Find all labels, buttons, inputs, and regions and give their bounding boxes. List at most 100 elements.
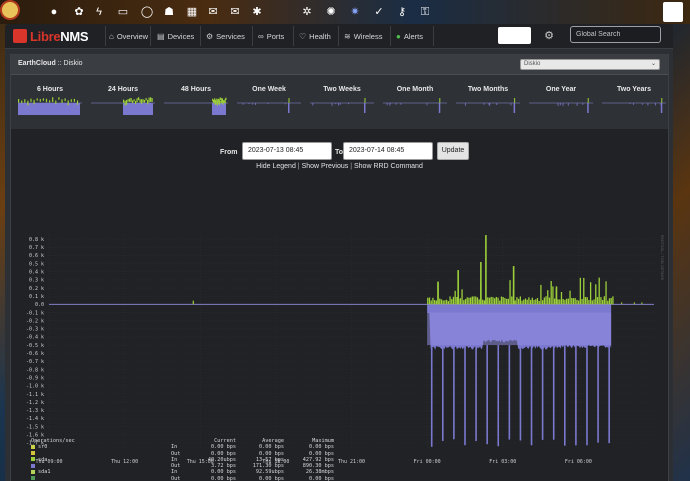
settings-icon[interactable]: ✲ (300, 5, 314, 19)
hide-legend-link[interactable]: Hide Legend (256, 163, 296, 170)
mail2-icon[interactable]: ✉ (228, 5, 242, 19)
nav-services[interactable]: ⚙ Services (206, 24, 245, 48)
nav-devices[interactable]: ▤ Devices (157, 24, 194, 48)
thumb-noise (386, 103, 388, 106)
sun-icon[interactable]: ✺ (324, 5, 338, 19)
settings-gear-icon[interactable]: ⚙ (541, 28, 557, 44)
from-date-input[interactable]: 2023-07-13 08:45 (242, 142, 332, 160)
users-icon[interactable]: ☗ (162, 5, 176, 19)
sda-read-bar (432, 297, 434, 305)
y-tick-label: -0.5 k (26, 343, 44, 349)
sda-write-spike (430, 345, 433, 447)
thumb-noise (629, 103, 631, 105)
nav-overview[interactable]: ⌂ Overview (109, 24, 148, 48)
nav-devices-label: Devices (167, 31, 195, 41)
thumb-noise (633, 103, 634, 105)
home-icon: ⌂ (109, 31, 114, 41)
y-tick-label: -0.4 k (26, 335, 44, 341)
brand-logo[interactable]: LibreNMS (13, 28, 89, 44)
circle-icon[interactable]: ● (47, 5, 61, 19)
lock-icon[interactable]: ⚿ (418, 5, 432, 19)
thumb-two-weeks[interactable]: Two Weeks (306, 77, 378, 123)
thumb-noise (557, 103, 559, 106)
sda-read-bar (447, 301, 449, 305)
thumb-label: 48 Hours (181, 86, 211, 93)
legend-swatch (31, 451, 35, 456)
thumb-read-bar (225, 97, 227, 101)
nav-alerts[interactable]: ● Alerts (396, 24, 423, 48)
sda-read-bar (598, 277, 600, 305)
calendar-icon[interactable]: ▦ (185, 5, 199, 19)
y-tick-label: 0.5 k (29, 261, 44, 267)
thumb-read-bar (139, 99, 141, 103)
sda-write-spike (486, 345, 488, 445)
message-icon[interactable]: ▭ (116, 5, 130, 19)
thumb-noise (242, 103, 244, 105)
thumb-noise (312, 103, 314, 106)
nav-divider (338, 26, 339, 46)
thumb-read-bar (18, 99, 20, 103)
legend-swatch (31, 463, 35, 468)
thumb-read-bar (141, 99, 143, 104)
thumb-one-year[interactable]: One Year (525, 77, 597, 123)
legend-swatch (31, 469, 35, 474)
device-name[interactable]: EarthCloud (18, 60, 56, 67)
nav-divider (293, 26, 294, 46)
sda-read-bar (471, 296, 473, 305)
sda-read-bar (481, 299, 484, 305)
sda-read-bar (428, 297, 431, 305)
bug-icon[interactable]: ✱ (250, 5, 264, 19)
thumb-noise (267, 103, 269, 105)
sda-read-bar (493, 298, 496, 305)
show-rrd-command-link[interactable]: Show RRD Command (354, 163, 423, 170)
diskio-graph: 0.8 k 0.7 k 0.6 k 0.5 k 0.4 k 0.3 k 0.2 k 0.1 k… (26, 231, 664, 465)
thumb-48-hours[interactable]: 48 Hours (160, 77, 232, 123)
nav-divider (200, 26, 201, 46)
gear-icon[interactable]: ✿ (72, 5, 86, 19)
sda-read-bar (490, 296, 492, 305)
sda-read-bar (452, 296, 455, 305)
y-tick-label: -0.8 k (26, 367, 44, 373)
thumb-label: One Week (252, 86, 286, 93)
sda-write-spike (530, 345, 533, 446)
thumb-one-month[interactable]: One Month (379, 77, 451, 123)
chat-icon[interactable]: ◯ (140, 5, 154, 19)
bolt-icon[interactable]: ϟ (92, 5, 106, 19)
logo-icon[interactable] (0, 0, 20, 20)
y-tick-label: -0.1 k (26, 310, 44, 316)
chevron-down-icon: ⌄ (650, 61, 656, 67)
to-date-input[interactable]: 2023-07-14 08:45 (343, 142, 433, 160)
y-tick-label: -1.2 k (26, 400, 44, 406)
y-tick-label: -1.3 k (26, 408, 44, 414)
thumb-one-week[interactable]: One Week (233, 77, 305, 123)
nav-health[interactable]: ♡ Health (299, 24, 331, 48)
nav-wireless[interactable]: ≋ Wireless (344, 24, 382, 48)
thumb-read-bar (33, 99, 35, 105)
taskbar-blank-widget[interactable] (663, 2, 683, 22)
thumb-read-bar (130, 97, 132, 102)
sda-read-bar (475, 296, 477, 305)
star-icon[interactable]: ✷ (348, 5, 362, 19)
sda-read-bar (572, 298, 575, 305)
thumb-noise (488, 103, 490, 105)
thumb-two-months[interactable]: Two Months (452, 77, 524, 123)
nav-ports[interactable]: ∞ Ports (258, 24, 284, 48)
check-icon[interactable]: ✓ (372, 5, 386, 19)
sda-read-spike (437, 281, 439, 305)
heartbeat-icon: ♡ (299, 31, 307, 41)
thumb-6-hours[interactable]: 6 Hours (14, 77, 86, 123)
global-search-input[interactable] (570, 26, 661, 43)
user-menu-box[interactable] (498, 27, 531, 44)
thumb-write-spike (513, 103, 516, 113)
mail-icon[interactable]: ✉ (206, 5, 220, 19)
show-previous-link[interactable]: Show Previous (302, 163, 349, 170)
thumb-24-hours[interactable]: 24 Hours (87, 77, 159, 123)
key-icon[interactable]: ⚷ (395, 5, 409, 19)
legend-swatch (31, 444, 35, 449)
thumb-read-bar (21, 100, 23, 104)
thumb-two-years[interactable]: Two Years (598, 77, 670, 123)
update-button[interactable]: Update (437, 142, 469, 160)
sda-read-bar (488, 297, 491, 305)
graph-type-select[interactable]: Diskio ⌄ (520, 59, 660, 70)
thumb-read-bar (150, 97, 152, 102)
